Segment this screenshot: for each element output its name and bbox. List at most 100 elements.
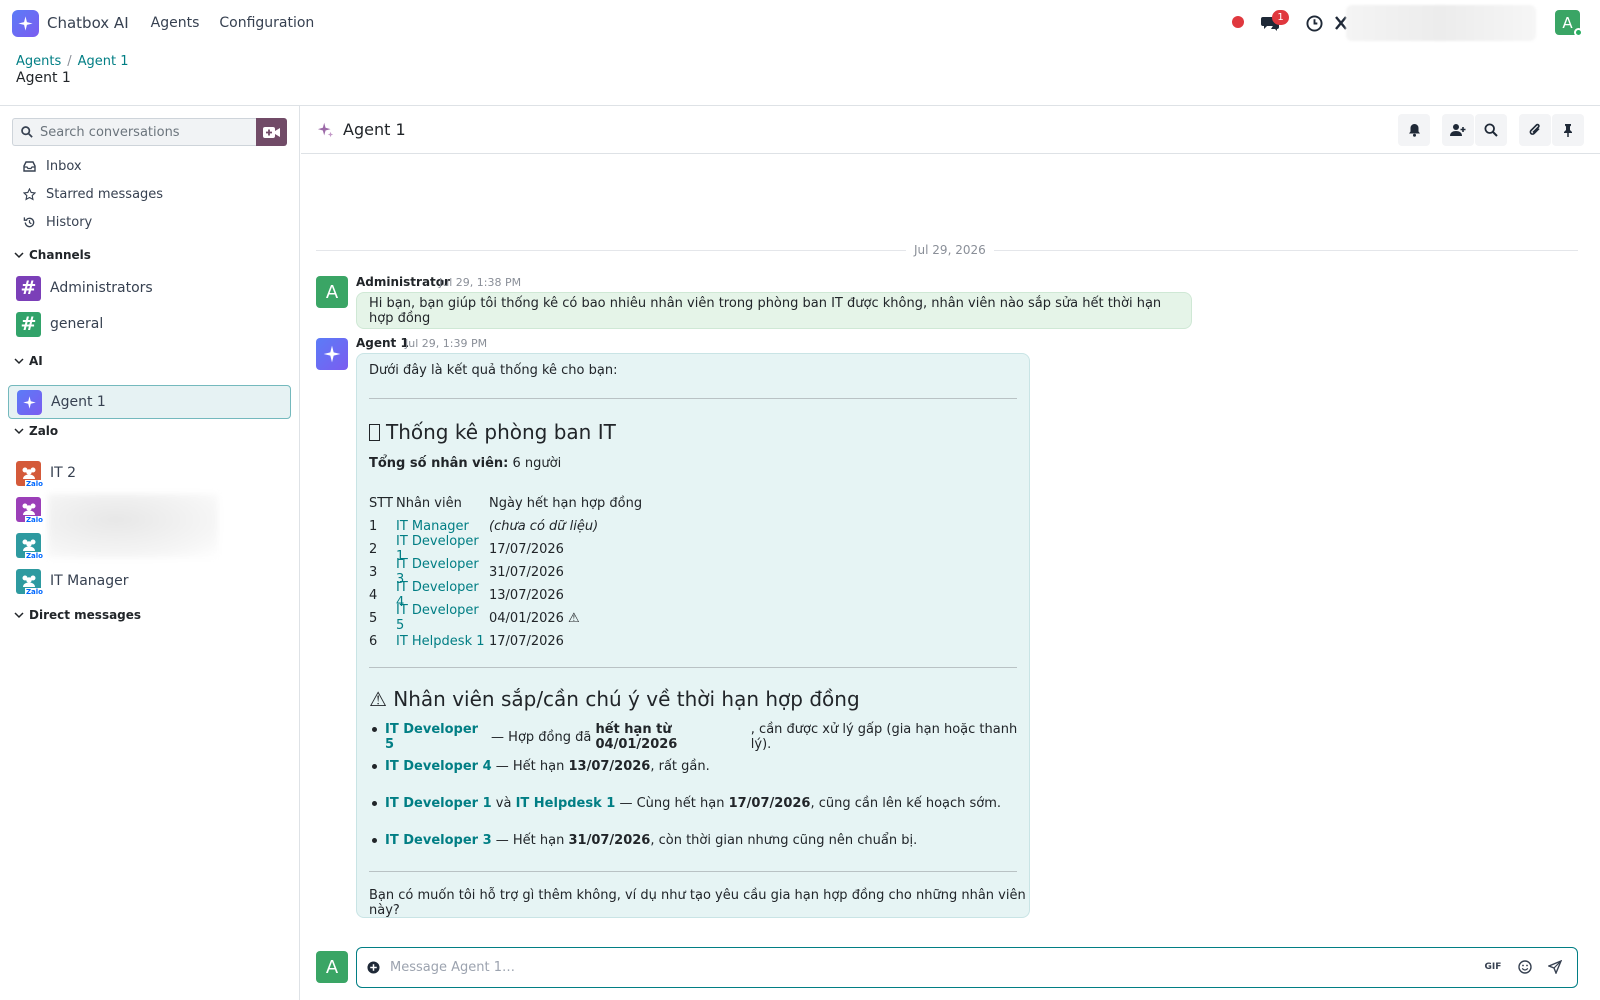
search-input[interactable] — [40, 124, 240, 140]
list-text: — Cùng hết hạn — [615, 796, 729, 811]
table-row: 4 IT Developer 4 13/07/2026 — [369, 580, 649, 610]
table-cell: 13/07/2026 — [489, 587, 564, 603]
add-circle-icon[interactable] — [367, 961, 380, 974]
message-author[interactable]: Agent 1 — [356, 336, 409, 350]
employee-link[interactable]: IT Developer 5 — [385, 722, 487, 752]
sidebar-item-administrators[interactable]: # Administrators — [8, 271, 291, 305]
total-label: Tổng số nhân viên: — [369, 456, 509, 471]
gif-button[interactable]: GIF — [1482, 956, 1504, 978]
chart-emoji-icon — [369, 423, 380, 441]
channel-name: IT Manager — [50, 573, 129, 589]
pinned-messages-button[interactable] — [1552, 114, 1584, 146]
sidebar-item-agent-1[interactable]: Agent 1 — [8, 385, 291, 419]
employee-link[interactable]: IT Developer 3 — [385, 833, 492, 848]
nav-configuration[interactable]: Configuration — [219, 15, 314, 31]
message-author[interactable]: Administrator — [356, 275, 450, 289]
table-header: STT Nhân viên Ngày hết hạn hợp đồng — [369, 493, 649, 513]
app-title[interactable]: Chatbox AI — [47, 14, 129, 32]
table-cell: 17/07/2026 — [489, 541, 564, 557]
paperclip-icon — [1529, 123, 1540, 135]
app-logo-icon[interactable] — [12, 9, 39, 37]
redacted-names — [48, 494, 218, 558]
bell-icon — [1408, 124, 1420, 137]
company-switcher[interactable] — [1346, 5, 1536, 41]
message-composer[interactable] — [356, 947, 1578, 988]
sidebar-item-it-2[interactable]: Zalo IT 2 — [8, 456, 291, 490]
agent-avatar — [17, 389, 42, 415]
nav-agents[interactable]: Agents — [151, 15, 200, 31]
category-zalo[interactable]: Zalo — [14, 424, 58, 438]
bullet-dot — [372, 764, 377, 769]
start-meeting-button[interactable] — [256, 118, 287, 146]
list-text: — Hết hạn — [491, 833, 569, 848]
employee-link[interactable]: IT Developer 5 — [396, 603, 489, 633]
notification-badge: 1 — [1272, 10, 1289, 25]
sidebar-item-inbox[interactable]: Inbox — [22, 159, 82, 174]
breadcrumb: Agents / Agent 1 — [16, 54, 129, 69]
add-users-button[interactable] — [1442, 114, 1474, 146]
clock-icon[interactable] — [1304, 13, 1324, 33]
message-outro: Bạn có muốn tôi hỗ trợ gì thêm không, ví… — [369, 888, 1026, 918]
category-channels[interactable]: Channels — [14, 248, 91, 262]
history-icon — [22, 216, 36, 230]
message-text: Hi bạn, bạn giúp tôi thống kê có bao nhi… — [369, 295, 1162, 326]
channel-name: IT 2 — [50, 465, 77, 481]
emoji-button[interactable] — [1514, 956, 1536, 978]
list-text-bold: 17/07/2026 — [728, 796, 811, 811]
employee-link[interactable]: IT Developer 4 — [385, 759, 492, 774]
section-heading: ⚠ Nhân viên sắp/cần chú ý về thời hạn hợ… — [369, 687, 860, 711]
category-label: Direct messages — [29, 608, 142, 622]
sidebar-item-label: History — [46, 215, 93, 230]
group-icon: Zalo — [16, 532, 44, 560]
zalo-tag: Zalo — [24, 515, 44, 524]
agent-avatar[interactable] — [316, 338, 348, 370]
sidebar-item-general[interactable]: # general — [8, 307, 291, 341]
category-direct-messages[interactable]: Direct messages — [14, 608, 141, 622]
table-row: 1 IT Manager (chưa có dữ liệu) — [369, 516, 649, 536]
channel-name: general — [50, 316, 104, 332]
search-messages-button[interactable] — [1475, 114, 1507, 146]
employee-link[interactable]: IT Manager — [396, 519, 489, 534]
category-label: Channels — [29, 248, 91, 262]
avatar[interactable]: A — [316, 276, 348, 308]
notification-settings-button[interactable] — [1398, 114, 1430, 146]
sidebar-item-label: Starred messages — [46, 187, 164, 202]
online-status-icon — [1574, 28, 1583, 37]
sidebar-item-history[interactable]: History — [22, 215, 92, 230]
table-cell: 31/07/2026 — [489, 564, 564, 580]
sidebar-item-starred[interactable]: Starred messages — [22, 187, 163, 202]
total-value: 6 người — [512, 456, 562, 471]
attachments-button[interactable] — [1519, 114, 1551, 146]
send-button[interactable] — [1544, 956, 1566, 978]
employee-link[interactable]: IT Developer 1 — [385, 796, 492, 811]
column-header: Ngày hết hạn hợp đồng — [489, 495, 643, 511]
search-box[interactable] — [12, 118, 256, 146]
chat-title: Agent 1 — [343, 120, 406, 139]
breadcrumb-agent-1[interactable]: Agent 1 — [78, 54, 129, 69]
employee-link[interactable]: IT Helpdesk 1 — [396, 634, 489, 649]
page-title: Agent 1 — [16, 70, 71, 86]
breadcrumb-agents[interactable]: Agents — [16, 54, 61, 69]
bullet-dot — [372, 838, 377, 843]
list-item: IT Developer 3 — Hết hạn 31/07/2026, còn… — [372, 833, 917, 848]
horizontal-rule — [369, 871, 1017, 872]
bullet-dot — [372, 727, 377, 732]
table-row: 3 IT Developer 3 31/07/2026 — [369, 557, 649, 587]
employee-link[interactable]: IT Helpdesk 1 — [516, 796, 616, 811]
list-text: , rất gần. — [650, 759, 710, 774]
message-input[interactable] — [390, 960, 1440, 975]
smile-icon — [1518, 960, 1532, 974]
list-text-bold: 31/07/2026 — [568, 833, 651, 848]
channel-hash-icon: # — [16, 275, 41, 301]
recording-status-icon[interactable] — [1232, 16, 1244, 28]
heading-text: Thống kê phòng ban IT — [386, 420, 616, 444]
chevron-down-icon — [14, 251, 24, 258]
horizontal-rule — [369, 398, 1017, 399]
message-timestamp: Jul 29, 1:39 PM — [405, 337, 488, 350]
sidebar-item-it-manager[interactable]: Zalo IT Manager — [8, 564, 291, 598]
message-timestamp: Jul 29, 1:38 PM — [439, 276, 522, 289]
category-ai[interactable]: AI — [14, 354, 43, 368]
table-cell: 6 — [369, 633, 378, 649]
date-label: Jul 29, 2026 — [906, 243, 994, 257]
message-bubble: Dưới đây là kết quả thống kê cho bạn: Th… — [356, 353, 1030, 918]
